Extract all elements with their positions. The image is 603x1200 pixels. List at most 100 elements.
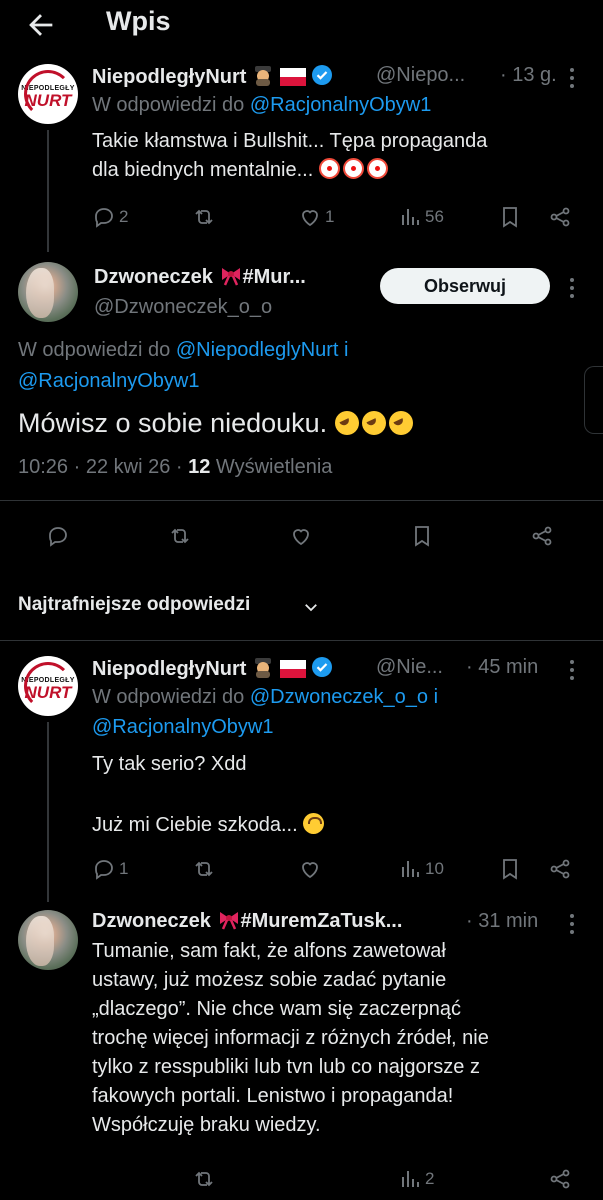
reply-context: W odpowiedzi do @NiepodleglyNurt i: [18, 339, 349, 362]
author-name-text: Dzwoneczek: [92, 910, 211, 932]
avatar[interactable]: NIEPODLEGŁY NURT: [18, 656, 78, 716]
repost-icon: [195, 861, 213, 877]
scroll-handle[interactable]: [584, 366, 603, 434]
views-count: 56: [425, 207, 444, 226]
reply-context: W odpowiedzi do @RacjonalnyObyw1: [92, 94, 431, 117]
author-name-text: NiepodległyNurt: [92, 658, 247, 680]
author-handle[interactable]: @Nie...: [376, 656, 443, 679]
repost-button[interactable]: [192, 856, 216, 882]
mention-link[interactable]: @RacjonalnyObyw1: [250, 94, 432, 116]
post-text-line: tylko z resspubliki lub tvn lub co najgo…: [92, 1056, 480, 1078]
reply-context: W odpowiedzi do @Dzwoneczek_o_o i: [92, 686, 438, 709]
avatar[interactable]: [18, 910, 78, 970]
author-name[interactable]: NiepodległyNurt: [92, 64, 333, 92]
post-text-line: Już mi Ciebie szkoda...: [92, 811, 572, 840]
divider: [0, 500, 603, 501]
mention-link[interactable]: @RacjonalnyObyw1: [92, 716, 274, 738]
action-bar: 2 1 56: [92, 204, 582, 230]
author-name[interactable]: Dzwoneczek #MuremZaTusk...: [92, 910, 402, 936]
avatar-photo: [26, 916, 54, 966]
detective-emoji-icon: [252, 64, 274, 92]
reply-button[interactable]: 1: [92, 856, 128, 882]
post-text: Tumanie, sam fakt, że alfons zawetował u…: [92, 937, 582, 1140]
clown-emoji-icon: [342, 158, 364, 179]
views-button[interactable]: 2: [398, 1166, 434, 1192]
reply-button[interactable]: 2: [92, 204, 128, 230]
avatar[interactable]: NIEPODLEGŁY NURT: [18, 64, 78, 124]
verified-badge-icon: [311, 656, 333, 684]
post-time[interactable]: · 45 min: [466, 656, 538, 679]
clown-emoji-icon: [318, 158, 340, 179]
views-chart-icon: [402, 209, 419, 225]
reply-icon: [49, 527, 67, 547]
repost-button[interactable]: [192, 1166, 216, 1192]
views-count: 2: [425, 1169, 435, 1188]
heart-icon: [302, 210, 318, 227]
views-button[interactable]: 56: [398, 204, 444, 230]
reply-prefix: W odpowiedzi do: [92, 686, 245, 708]
arrow-left-icon[interactable]: [24, 8, 58, 42]
share-icon: [550, 1169, 570, 1189]
author-name-suffix: #MuremZaTusk...: [240, 910, 403, 932]
bookmark-button[interactable]: [498, 856, 522, 882]
more-options-icon[interactable]: [566, 914, 578, 938]
bookmark-button[interactable]: [410, 523, 434, 549]
share-button[interactable]: [548, 1166, 572, 1192]
share-button[interactable]: [530, 523, 554, 549]
author-name-text: NiepodległyNurt: [92, 66, 247, 88]
post-meta: 10:26 · 22 kwi 26 · 12 Wyświetlenia: [18, 456, 332, 479]
share-button[interactable]: [548, 856, 572, 882]
like-count: 1: [325, 207, 335, 226]
views-chart-icon: [402, 1171, 419, 1187]
post-text: Mówisz o sobie niedouku.: [18, 408, 416, 439]
post-text-line: ustawy, już możesz sobie zadać pytanie: [92, 969, 447, 991]
post-text-line: dla biednych mentalnie...: [92, 156, 572, 185]
like-button[interactable]: [298, 856, 322, 882]
author-name[interactable]: Dzwoneczek #Mur...: [94, 266, 306, 292]
chevron-down-icon[interactable]: [302, 598, 320, 616]
mention-link[interactable]: @NiepodleglyNurt: [176, 339, 339, 361]
post-time[interactable]: · 31 min: [466, 910, 538, 933]
author-handle[interactable]: @Niepo...: [376, 64, 465, 87]
more-options-icon[interactable]: [566, 278, 578, 302]
author-name[interactable]: NiepodległyNurt: [92, 656, 333, 684]
logo-ring: [24, 70, 72, 118]
reply-context-line2: @RacjonalnyObyw1: [92, 716, 274, 739]
reply-count: 2: [119, 207, 129, 226]
logo-ring: [24, 662, 72, 710]
post-time[interactable]: · 13 g.: [500, 64, 557, 87]
mention-link[interactable]: @RacjonalnyObyw1: [18, 370, 200, 392]
post-timestamp[interactable]: 10:26 · 22 kwi 26 ·: [18, 456, 183, 478]
follow-button[interactable]: Obserwuj: [380, 268, 550, 304]
avatar[interactable]: [18, 262, 78, 322]
author-name-text: Dzwoneczek: [94, 266, 213, 288]
like-button[interactable]: [289, 523, 313, 549]
views-button[interactable]: 10: [398, 856, 444, 882]
more-options-icon[interactable]: [566, 68, 578, 92]
repost-button[interactable]: [192, 204, 216, 230]
clown-emoji-icon: [366, 158, 388, 179]
rofl-emoji-icon: [388, 411, 413, 435]
reply-icon: [95, 208, 113, 228]
repost-icon: [195, 209, 213, 225]
sort-dropdown[interactable]: Najtrafniejsze odpowiedzi: [18, 594, 250, 616]
bookmark-button[interactable]: [498, 204, 522, 230]
author-handle[interactable]: @Dzwoneczek_o_o: [94, 296, 272, 319]
action-bar: 2: [92, 1166, 582, 1192]
reply-button[interactable]: [46, 523, 70, 549]
repost-button[interactable]: [168, 523, 192, 549]
more-options-icon[interactable]: [566, 660, 578, 684]
heart-icon: [302, 862, 318, 879]
divider: [0, 640, 603, 641]
mention-link[interactable]: @Dzwoneczek_o_o: [250, 686, 428, 708]
action-bar: [46, 523, 566, 549]
share-button[interactable]: [548, 204, 572, 230]
post-text-span: Już mi Ciebie szkoda...: [92, 814, 298, 836]
upside-down-face-emoji-icon: [303, 813, 325, 834]
thread-line: [47, 722, 49, 902]
author-name-suffix: #Mur...: [242, 266, 306, 288]
thread-line: [47, 130, 49, 252]
views-count: 10: [425, 859, 444, 878]
like-button[interactable]: 1: [298, 204, 334, 230]
